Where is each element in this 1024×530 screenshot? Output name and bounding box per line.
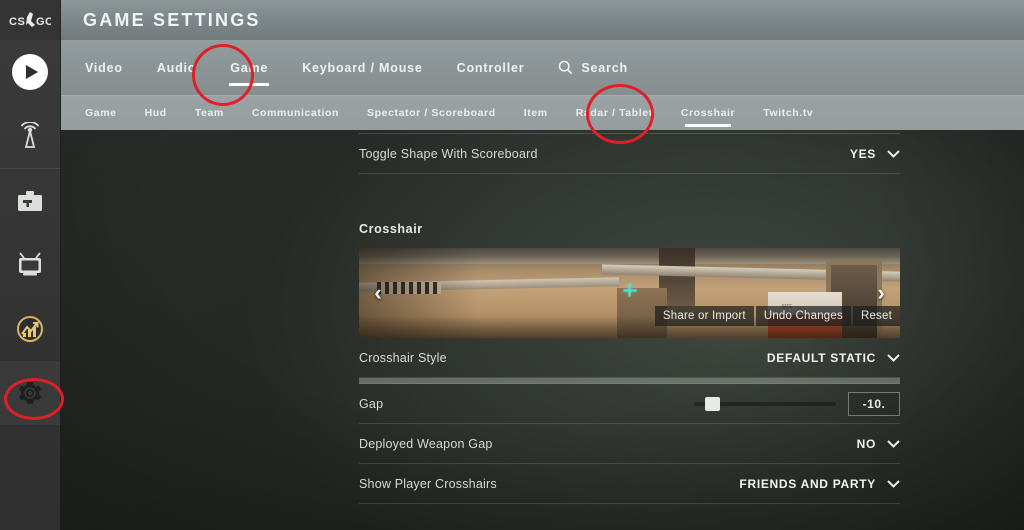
search-label: Search: [581, 60, 628, 75]
tab-game[interactable]: Game: [229, 60, 270, 86]
setting-label: Gap: [359, 396, 384, 411]
sidebar-item-settings[interactable]: [0, 361, 60, 425]
sidebar-item-play[interactable]: [0, 40, 60, 104]
tab-label: Game: [230, 60, 269, 75]
tab-audio[interactable]: Audio: [157, 61, 196, 75]
search-icon: [558, 60, 573, 75]
subtab-label: Game: [85, 107, 117, 119]
tab-label: Audio: [156, 60, 197, 75]
subtab-label: Hud: [144, 107, 167, 119]
setting-value: DEFAULT STATIC: [766, 350, 876, 365]
subtab-label: Spectator / Scoreboard: [367, 107, 496, 119]
tab-label: Keyboard / Mouse: [302, 60, 423, 75]
csgo-logo-icon: CS GO: [9, 12, 51, 28]
setting-value-group[interactable]: DEFAULT STATIC: [767, 351, 900, 365]
sidebar-item-watch[interactable]: [0, 233, 60, 297]
subtab-label: Twitch.tv: [763, 107, 814, 119]
tab-controller[interactable]: Controller: [457, 61, 525, 75]
page-header: GAME SETTINGS: [61, 0, 1024, 40]
subtab-twitch[interactable]: Twitch.tv: [763, 107, 813, 119]
search-button[interactable]: Search: [558, 60, 628, 75]
setting-label: Toggle Shape With Scoreboard: [359, 146, 538, 161]
undo-changes-button[interactable]: Undo Changes: [755, 306, 851, 326]
subtab-label: Team: [194, 107, 224, 119]
settings-content: Radar Map Zoom 0.40 Toggle Shape With Sc…: [61, 118, 1024, 530]
broadcast-antenna-icon: [20, 122, 40, 148]
subtab-label: Radar / Tablet: [575, 107, 653, 119]
chevron-down-icon: [887, 149, 900, 158]
sub-tabbar: Game Hud Team Communication Spectator / …: [61, 96, 1024, 130]
subtab-communication[interactable]: Communication: [252, 107, 339, 119]
weapon-case-icon: [18, 191, 42, 211]
reset-button[interactable]: Reset: [852, 306, 900, 326]
svg-text:CS: CS: [9, 16, 25, 28]
setting-row-crosshair-style[interactable]: Crosshair Style DEFAULT STATIC: [359, 338, 900, 378]
subtab-label: Crosshair: [680, 107, 736, 119]
main-tabbar: Video Audio Game Keyboard / Mouse Contro…: [61, 40, 1024, 96]
gap-slider[interactable]: [694, 396, 836, 411]
subtab-label: Communication: [251, 107, 340, 119]
subtab-team[interactable]: Team: [195, 107, 224, 119]
sidebar-item-profile[interactable]: [0, 297, 60, 361]
chevron-down-icon: [887, 479, 900, 488]
subtab-hud[interactable]: Hud: [145, 107, 167, 119]
gap-slider-handle[interactable]: [705, 396, 721, 411]
setting-value-group[interactable]: YES: [850, 147, 900, 161]
section-title-crosshair: Crosshair: [359, 222, 423, 236]
crosshair-marker: [623, 283, 636, 297]
chevron-down-icon: [887, 353, 900, 362]
sidebar-item-broadcast[interactable]: [0, 104, 60, 168]
tab-label: Controller: [456, 60, 525, 75]
setting-label: Crosshair Style: [359, 350, 447, 365]
chevron-down-icon: [887, 439, 900, 448]
setting-row-toggle-shape-with-scoreboard[interactable]: Toggle Shape With Scoreboard YES: [359, 134, 900, 174]
setting-row-gap[interactable]: Gap -10.: [359, 384, 900, 424]
setting-value: FRIENDS AND PARTY: [739, 476, 876, 491]
page-title: GAME SETTINGS: [83, 9, 261, 30]
subtab-spectator-scoreboard[interactable]: Spectator / Scoreboard: [367, 107, 496, 119]
setting-value: NO: [856, 436, 876, 451]
sidebar-item-inventory[interactable]: [0, 169, 60, 233]
share-or-import-button[interactable]: Share or Import: [654, 306, 754, 326]
tab-keyboard-mouse[interactable]: Keyboard / Mouse: [302, 61, 422, 75]
csgo-logo: CS GO: [0, 0, 60, 40]
preview-button-group: Share or Import Undo Changes Reset: [654, 306, 900, 326]
left-sidebar: CS GO: [0, 0, 61, 530]
tab-video[interactable]: Video: [85, 61, 123, 75]
crosshair-preview[interactable]: SITE ‹ › Share or Import Undo Changes Re…: [359, 248, 900, 338]
preview-prev-arrow-icon[interactable]: ‹: [365, 282, 391, 304]
subtab-game[interactable]: Game: [85, 107, 117, 119]
setting-label: Show Player Crosshairs: [359, 476, 497, 491]
subtab-item[interactable]: Item: [524, 107, 548, 119]
subtab-crosshair[interactable]: Crosshair: [680, 107, 736, 127]
setting-value: YES: [849, 146, 876, 161]
play-icon: [12, 54, 48, 90]
setting-value-group[interactable]: NO: [857, 437, 900, 451]
svg-text:GO: GO: [36, 16, 51, 28]
gap-value-input[interactable]: -10.: [848, 391, 900, 416]
setting-label: Deployed Weapon Gap: [359, 436, 493, 451]
tab-active-underline: [229, 82, 270, 86]
subtab-active-underline: [685, 124, 732, 127]
subtab-radar-tablet[interactable]: Radar / Tablet: [576, 107, 653, 119]
subtab-label: Item: [523, 107, 548, 119]
tv-icon: [19, 252, 41, 276]
setting-row-show-player-crosshairs[interactable]: Show Player Crosshairs FRIENDS AND PARTY: [359, 464, 900, 504]
setting-row-deployed-weapon-gap[interactable]: Deployed Weapon Gap NO: [359, 424, 900, 464]
tab-label: Video: [85, 60, 123, 75]
profile-rank-icon: [17, 316, 43, 342]
gap-control-group: -10.: [694, 391, 900, 416]
gear-icon: [18, 382, 42, 404]
setting-value-group[interactable]: FRIENDS AND PARTY: [739, 477, 900, 491]
preview-next-arrow-icon[interactable]: ›: [868, 282, 894, 304]
